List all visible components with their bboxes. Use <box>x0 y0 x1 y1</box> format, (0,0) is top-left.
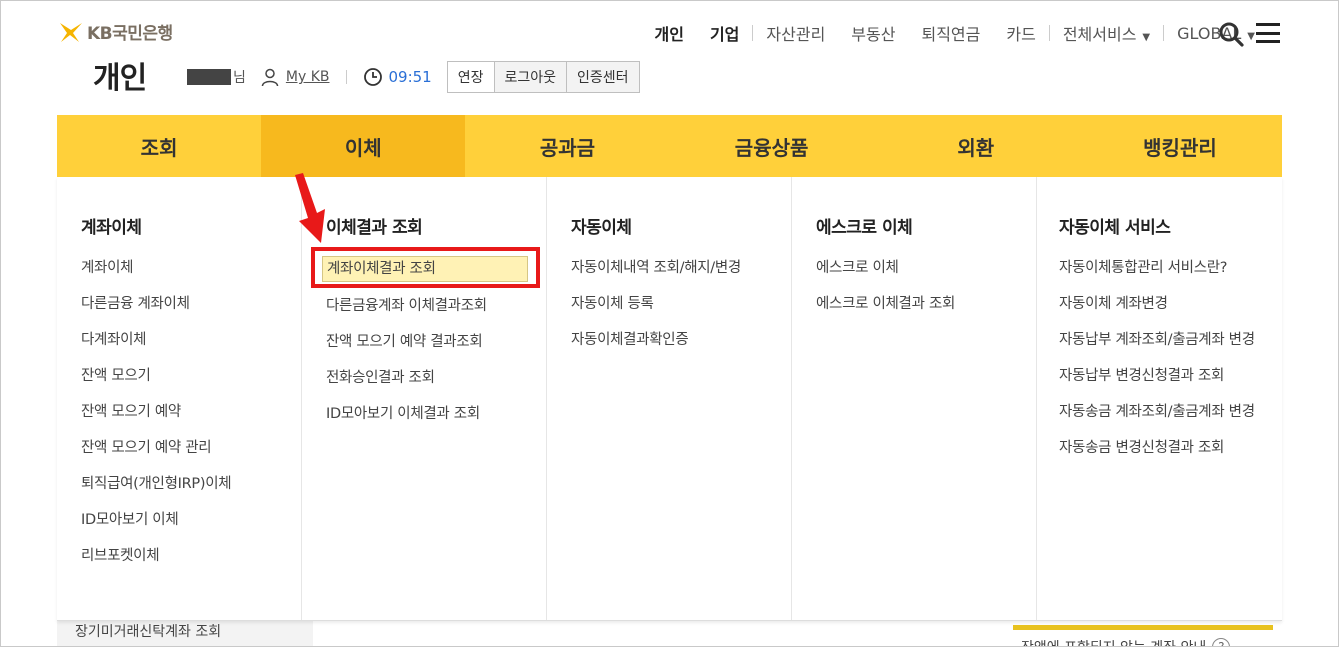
help-icon[interactable]: ? <box>1212 638 1231 646</box>
hamburger-menu-icon[interactable] <box>1256 23 1280 43</box>
menu-column-auto-transfer-service: 자동이체 서비스 자동이체통합관리 서비스란? 자동이체 계좌변경 자동납부 계… <box>1037 177 1282 620</box>
column-title: 에스크로 이체 <box>816 218 913 238</box>
column-title: 자동이체 <box>571 218 632 238</box>
menu-item[interactable]: ID모아보기 이체 <box>81 508 301 532</box>
menu-item-highlighted[interactable]: 계좌이체결과 조회 <box>322 256 528 282</box>
menu-column-auto-transfer: 자동이체 자동이체내역 조회/해지/변경 자동이체 등록 자동이체결과확인증 <box>547 177 792 620</box>
menu-item[interactable]: 자동이체 등록 <box>571 292 791 316</box>
tab-banking-mgmt[interactable]: 뱅킹관리 <box>1078 115 1282 177</box>
menu-item[interactable]: 자동이체결과확인증 <box>571 328 791 352</box>
topnav-card[interactable]: 카드 <box>993 21 1048 45</box>
session-buttons: 연장 로그아웃 인증센터 <box>446 61 640 93</box>
column-title: 계좌이체 <box>81 218 142 238</box>
menu-column-escrow: 에스크로 이체 에스크로 이체 에스크로 이체결과 조회 <box>792 177 1037 620</box>
tab-transfer[interactable]: 이체 <box>261 115 466 177</box>
user-icon <box>261 68 279 87</box>
top-nav: 개인 기업 자산관리 부동산 퇴직연금 카드 전체서비스 ▼ GLOBAL ▼ <box>642 21 1269 45</box>
name-suffix: 님 <box>233 70 246 86</box>
menu-item[interactable]: 잔액 모으기 예약 관리 <box>81 436 301 460</box>
menu-item[interactable]: 다계좌이체 <box>81 328 301 352</box>
menu-item[interactable]: ID모아보기 이체결과 조회 <box>326 402 546 426</box>
cert-center-button[interactable]: 인증센터 <box>566 61 640 93</box>
caret-down-icon: ▼ <box>1247 30 1255 42</box>
menu-item[interactable]: 잔액 모으기 예약 결과조회 <box>326 330 546 354</box>
topnav-business[interactable]: 기업 <box>697 21 752 45</box>
menu-item[interactable]: 잔액 모으기 예약 <box>81 400 301 424</box>
menu-column-transfer-result: 이체결과 조회 계좌이체결과 조회 다른금융계좌 이체결과조회 잔액 모으기 예… <box>302 177 547 620</box>
menu-item[interactable]: 다른금융 계좌이체 <box>81 292 301 316</box>
column-title: 이체결과 조회 <box>326 218 423 238</box>
main-nav: 조회 이체 공과금 금융상품 외환 뱅킹관리 <box>57 115 1282 177</box>
menu-item[interactable]: 계좌이체 <box>81 256 301 280</box>
menu-item[interactable]: 자동이체통합관리 서비스란? <box>1059 256 1282 280</box>
menu-item[interactable]: 리브포켓이체 <box>81 544 301 568</box>
menu-item[interactable]: 자동이체내역 조회/해지/변경 <box>571 256 791 280</box>
brand-name: KB국민은행 <box>87 24 173 44</box>
menu-item[interactable]: 잔액 모으기 <box>81 364 301 388</box>
caret-down-icon: ▼ <box>1142 32 1151 43</box>
extend-button[interactable]: 연장 <box>446 61 495 93</box>
search-icon[interactable] <box>1218 21 1244 47</box>
topnav-realestate[interactable]: 부동산 <box>838 21 908 45</box>
tab-utility[interactable]: 공과금 <box>465 115 669 177</box>
mega-menu: 계좌이체 계좌이체 다른금융 계좌이체 다계좌이체 잔액 모으기 잔액 모으기 … <box>57 177 1282 621</box>
redacted-user-name <box>187 69 231 85</box>
tab-products[interactable]: 금융상품 <box>670 115 874 177</box>
background-accent-bar <box>1013 625 1273 630</box>
topnav-asset[interactable]: 자산관리 <box>753 21 838 45</box>
menu-item[interactable]: 자동납부 변경신청결과 조회 <box>1059 364 1282 388</box>
logout-button[interactable]: 로그아웃 <box>493 61 568 93</box>
topnav-all-services[interactable]: 전체서비스 ▼ <box>1050 21 1163 45</box>
menu-item[interactable]: 자동납부 계좌조회/출금계좌 변경 <box>1059 328 1282 352</box>
menu-item[interactable]: 에스크로 이체 <box>816 256 1036 280</box>
kb-logo[interactable]: KB국민은행 <box>57 19 173 44</box>
menu-item[interactable]: 전화승인결과 조회 <box>326 366 546 390</box>
topnav-all-services-label: 전체서비스 <box>1062 25 1137 44</box>
page-frame: KB국민은행 개인 기업 자산관리 부동산 퇴직연금 카드 전체서비스 ▼ GLO… <box>0 0 1339 647</box>
mykb-link[interactable]: My KB <box>286 69 330 85</box>
divider <box>345 70 347 84</box>
background-link-right-label: 잔액에 포함되지 않는 계좌 안내 <box>1021 637 1206 646</box>
menu-item[interactable]: 퇴직급여(개인형IRP)이체 <box>81 472 301 496</box>
menu-item[interactable]: 자동이체 계좌변경 <box>1059 292 1282 316</box>
topnav-global[interactable]: GLOBAL ▼ <box>1164 24 1268 43</box>
clock-icon <box>363 68 382 86</box>
tab-inquiry[interactable]: 조회 <box>57 115 261 177</box>
menu-item[interactable]: 자동송금 계좌조회/출금계좌 변경 <box>1059 400 1282 424</box>
column-title: 자동이체 서비스 <box>1059 218 1171 238</box>
menu-item[interactable]: 에스크로 이체결과 조회 <box>816 292 1036 316</box>
menu-item[interactable]: 자동송금 변경신청결과 조회 <box>1059 436 1282 460</box>
kb-star-icon <box>60 22 82 42</box>
topnav-pension[interactable]: 퇴직연금 <box>908 21 993 45</box>
menu-column-account-transfer: 계좌이체 계좌이체 다른금융 계좌이체 다계좌이체 잔액 모으기 잔액 모으기 … <box>57 177 302 620</box>
user-bar: 님 My KB 09:51 연장 로그아웃 인증센터 <box>187 61 640 93</box>
session-timer: 09:51 <box>388 68 432 86</box>
red-arrow-icon <box>295 173 325 243</box>
tab-forex[interactable]: 외환 <box>874 115 1078 177</box>
topnav-personal[interactable]: 개인 <box>642 21 697 45</box>
background-link-right[interactable]: 잔액에 포함되지 않는 계좌 안내 ? <box>1021 637 1231 646</box>
page-title: 개인 <box>93 61 147 96</box>
menu-item[interactable]: 다른금융계좌 이체결과조회 <box>326 294 546 318</box>
